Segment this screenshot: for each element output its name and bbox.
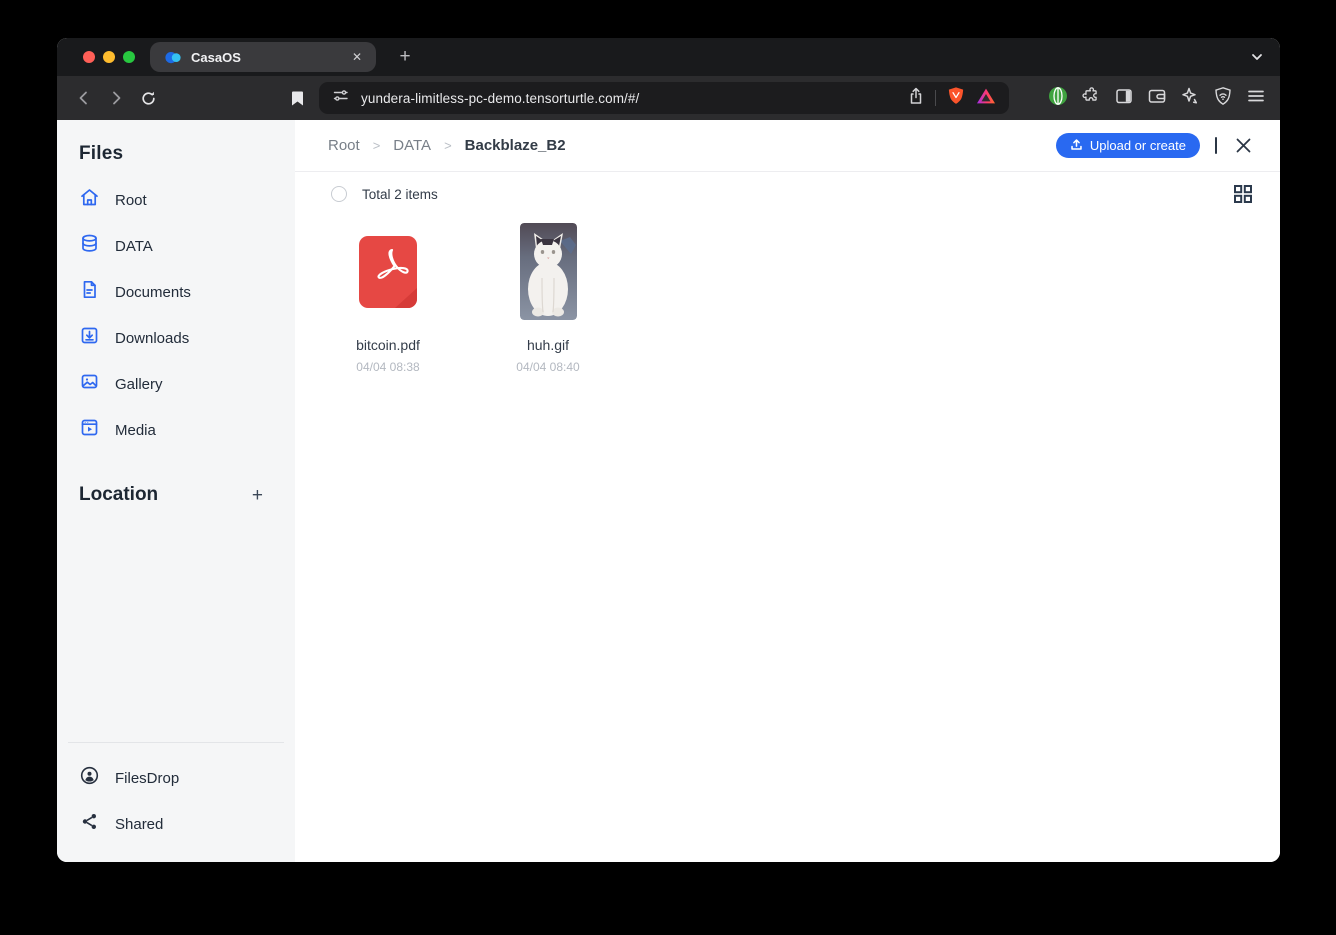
bookmarks-button[interactable] bbox=[285, 90, 309, 107]
grid-view-icon[interactable] bbox=[1232, 183, 1254, 205]
minimize-window-button[interactable] bbox=[103, 51, 115, 63]
upload-icon bbox=[1070, 138, 1083, 154]
file-name: bitcoin.pdf bbox=[356, 337, 420, 353]
sidebar-item-label: Shared bbox=[115, 815, 164, 833]
breadcrumb-root[interactable]: Root bbox=[328, 137, 360, 154]
tor-status-icon[interactable] bbox=[1048, 86, 1068, 111]
sidebar-item-label: Documents bbox=[115, 283, 191, 301]
close-icon[interactable] bbox=[1232, 135, 1254, 157]
url-bar[interactable]: yundera-limitless-pc-demo.tensorturtle.c… bbox=[319, 82, 1009, 114]
file-tile-huh-gif[interactable]: huh.gif 04/04 08:40 bbox=[488, 223, 608, 374]
browser-tab-bar: CasaOS ✕ + bbox=[57, 38, 1280, 76]
browser-window: CasaOS ✕ + yundera-limitless-pc-demo.ten… bbox=[57, 38, 1280, 862]
brave-rewards-icon[interactable] bbox=[976, 87, 996, 110]
sidebar-item-media[interactable]: Media bbox=[79, 407, 295, 453]
share-icon bbox=[79, 811, 100, 837]
upload-button-label: Upload or create bbox=[1089, 138, 1186, 153]
select-all-checkbox[interactable] bbox=[331, 186, 347, 202]
add-location-button[interactable]: + bbox=[246, 484, 269, 507]
sidebar-item-filesdrop[interactable]: FilesDrop bbox=[79, 755, 284, 801]
extensions-puzzle-icon[interactable] bbox=[1081, 86, 1101, 111]
database-icon bbox=[79, 233, 100, 259]
file-name: huh.gif bbox=[526, 337, 570, 353]
sidebar-bottom-section: FilesDrop Shared bbox=[68, 742, 284, 862]
upload-or-create-button[interactable]: Upload or create bbox=[1055, 133, 1200, 158]
file-browser-main: Root > DATA > Backblaze_B2 Upload or cre… bbox=[295, 120, 1280, 862]
files-sidebar: Files Root DATA Documents Downloads Gall… bbox=[57, 120, 295, 862]
forward-button[interactable] bbox=[103, 85, 129, 111]
breadcrumb-separator: > bbox=[372, 138, 381, 153]
tab-title: CasaOS bbox=[191, 49, 241, 65]
sidebar-item-data[interactable]: DATA bbox=[79, 223, 295, 269]
sidebar-item-shared[interactable]: Shared bbox=[79, 801, 284, 847]
file-list-toolbar: Total 2 items bbox=[295, 172, 1280, 216]
header-separator bbox=[1215, 137, 1217, 154]
filesdrop-icon bbox=[79, 765, 100, 791]
breadcrumb-data[interactable]: DATA bbox=[393, 137, 431, 154]
sidebar-item-label: FilesDrop bbox=[115, 769, 180, 787]
new-tab-button[interactable]: + bbox=[393, 45, 417, 69]
file-date: 04/04 08:38 bbox=[356, 360, 420, 374]
total-items-label: Total 2 items bbox=[362, 186, 438, 202]
browser-toolbar: yundera-limitless-pc-demo.tensorturtle.c… bbox=[57, 76, 1280, 120]
tab-search-chevron-icon[interactable] bbox=[1250, 50, 1264, 69]
sidebar-item-downloads[interactable]: Downloads bbox=[79, 315, 295, 361]
home-icon bbox=[79, 187, 100, 213]
leo-ai-sparkle-icon[interactable] bbox=[1180, 86, 1200, 111]
menu-hamburger-icon[interactable] bbox=[1246, 86, 1266, 111]
sidebar-item-label: DATA bbox=[115, 237, 153, 255]
media-icon bbox=[79, 417, 100, 443]
file-tile-bitcoin-pdf[interactable]: bitcoin.pdf 04/04 08:38 bbox=[328, 224, 448, 374]
pdf-file-icon bbox=[359, 235, 417, 313]
file-grid: bitcoin.pdf 04/04 08:38 huh.gif 04/04 08… bbox=[295, 223, 1280, 374]
gif-thumbnail-cat-image bbox=[519, 223, 577, 325]
document-icon bbox=[79, 279, 100, 305]
file-date: 04/04 08:40 bbox=[516, 360, 580, 374]
sidebar-item-label: Root bbox=[115, 191, 147, 209]
download-icon bbox=[79, 325, 100, 351]
traffic-lights bbox=[83, 51, 135, 63]
location-heading: Location bbox=[79, 484, 159, 505]
zoom-window-button[interactable] bbox=[123, 51, 135, 63]
breadcrumb: Root > DATA > Backblaze_B2 bbox=[328, 137, 566, 154]
files-heading: Files bbox=[79, 143, 124, 164]
vpn-shield-icon[interactable] bbox=[1213, 86, 1233, 111]
tab-casaos[interactable]: CasaOS ✕ bbox=[150, 42, 376, 72]
close-window-button[interactable] bbox=[83, 51, 95, 63]
brave-shields-icon[interactable] bbox=[947, 86, 965, 111]
sidebar-item-gallery[interactable]: Gallery bbox=[79, 361, 295, 407]
wallet-icon[interactable] bbox=[1147, 86, 1167, 111]
gallery-icon bbox=[79, 371, 100, 397]
sidebar-item-label: Gallery bbox=[115, 375, 163, 393]
sidebar-item-root[interactable]: Root bbox=[79, 177, 295, 223]
reload-button[interactable] bbox=[135, 85, 161, 111]
casaos-favicon-icon bbox=[164, 48, 182, 66]
back-button[interactable] bbox=[71, 85, 97, 111]
breadcrumb-separator: > bbox=[444, 138, 452, 153]
breadcrumb-current: Backblaze_B2 bbox=[464, 137, 566, 154]
tab-close-icon[interactable]: ✕ bbox=[348, 48, 366, 66]
file-browser-header: Root > DATA > Backblaze_B2 Upload or cre… bbox=[295, 120, 1280, 172]
sidebar-panel-icon[interactable] bbox=[1114, 86, 1134, 111]
site-settings-icon[interactable] bbox=[332, 87, 349, 109]
sidebar-item-label: Media bbox=[115, 421, 156, 439]
url-text[interactable]: yundera-limitless-pc-demo.tensorturtle.c… bbox=[361, 91, 639, 106]
sidebar-item-documents[interactable]: Documents bbox=[79, 269, 295, 315]
share-page-icon[interactable] bbox=[908, 87, 924, 110]
sidebar-item-label: Downloads bbox=[115, 329, 190, 347]
